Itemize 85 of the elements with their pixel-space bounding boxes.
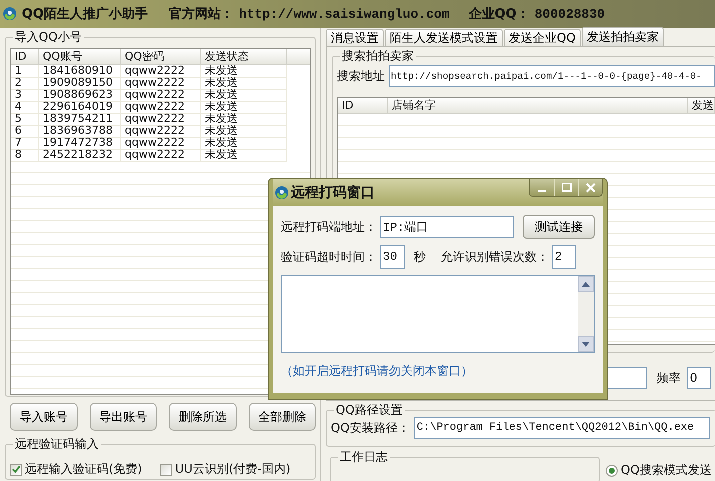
table-cell: qqww2222 bbox=[121, 65, 201, 78]
action-button[interactable]: 导出账号 bbox=[90, 403, 157, 431]
table-cell: 1839754211 bbox=[39, 113, 121, 126]
field-label: QQ安装路径： bbox=[331, 420, 410, 436]
table-cell: 2296164019 bbox=[39, 101, 121, 114]
table-cell: 未发送 bbox=[201, 77, 287, 90]
table-cell: 未发送 bbox=[201, 65, 287, 78]
table-cell: qqww2222 bbox=[121, 101, 201, 114]
field-label: 频率 bbox=[657, 370, 681, 386]
action-button[interactable]: 全部删除 bbox=[248, 403, 316, 431]
qq-label: 企业QQ： bbox=[468, 6, 530, 23]
table-cell: qqww2222 bbox=[121, 125, 201, 138]
globe-logo-icon bbox=[275, 186, 289, 200]
action-button[interactable]: 删除所选 bbox=[169, 403, 236, 431]
maximize-button[interactable] bbox=[554, 179, 578, 196]
maximize-icon bbox=[562, 183, 572, 192]
action-button[interactable]: 导入账号 bbox=[10, 403, 78, 431]
tab[interactable]: 陌生人发送模式设置 bbox=[385, 29, 503, 46]
table-cell: qqww2222 bbox=[121, 113, 201, 126]
globe-logo-icon bbox=[3, 7, 17, 21]
table-cell: qqww2222 bbox=[121, 77, 201, 90]
tab[interactable]: 发送企业QQ bbox=[504, 29, 581, 46]
app-title: QQ陌生人推广小助手 bbox=[22, 6, 148, 23]
group-title: 导入QQ小号 bbox=[15, 30, 82, 44]
column-header[interactable]: QQ账号 bbox=[39, 49, 121, 64]
table-cell: 1909089150 bbox=[39, 77, 121, 90]
qq-number: 800028830 bbox=[534, 6, 606, 22]
table-cell: qqww2222 bbox=[121, 137, 201, 150]
minimize-icon bbox=[538, 190, 546, 192]
column-header[interactable]: ID bbox=[11, 49, 39, 64]
group-title: 远程验证码输入 bbox=[15, 437, 99, 451]
table-cell: 1 bbox=[11, 65, 39, 78]
frequency-field[interactable]: 0 bbox=[687, 367, 711, 389]
column-header[interactable]: QQ密码 bbox=[121, 49, 201, 64]
group-title: QQ路径设置 bbox=[336, 403, 403, 417]
column-header[interactable]: ID bbox=[338, 98, 388, 113]
text-area[interactable] bbox=[281, 275, 595, 353]
table-cell: 未发送 bbox=[201, 125, 287, 138]
field-label: 远程打码端地址： bbox=[281, 218, 377, 236]
table-cell: 6 bbox=[11, 125, 39, 138]
field-label: 允许识别错误次数： bbox=[441, 248, 549, 266]
table-cell: 1841680910 bbox=[39, 65, 121, 78]
minimize-button[interactable] bbox=[530, 179, 554, 196]
column-header[interactable]: 店铺名字 bbox=[388, 98, 688, 113]
column-header[interactable]: 发送 bbox=[688, 98, 715, 113]
table-cell: qqww2222 bbox=[121, 89, 201, 102]
close-icon bbox=[586, 182, 596, 192]
tab[interactable]: 发送拍拍卖家 bbox=[582, 27, 664, 46]
retries-field[interactable]: 2 bbox=[552, 245, 576, 269]
timeout-field[interactable]: 30 bbox=[380, 245, 405, 269]
checkbox[interactable]: 远程输入验证码(免费) bbox=[10, 462, 142, 477]
table-cell: 1908869623 bbox=[39, 89, 121, 102]
group-title: 搜索拍拍卖家 bbox=[342, 49, 414, 63]
table-cell: 未发送 bbox=[201, 101, 287, 114]
table-cell: 未发送 bbox=[201, 113, 287, 126]
input-field[interactable] bbox=[607, 367, 647, 389]
table-cell: 未发送 bbox=[201, 89, 287, 102]
group-title: 工作日志 bbox=[340, 450, 388, 464]
scroll-arrow-button[interactable] bbox=[578, 336, 594, 352]
table-cell: 5 bbox=[11, 113, 39, 126]
dialog-title: 远程打码窗口 bbox=[291, 184, 375, 202]
tab[interactable]: 消息设置 bbox=[326, 29, 384, 46]
table-cell: 未发送 bbox=[201, 137, 287, 150]
field-label: 验证码超时时间： bbox=[281, 248, 377, 266]
table-cell: 2 bbox=[11, 77, 39, 90]
path-field[interactable]: C:\Program Files\Tencent\QQ2012\Bin\QQ.exe bbox=[414, 417, 710, 439]
checkbox[interactable]: UU云识别(付费-国内) bbox=[160, 462, 291, 477]
notice-text: （如开启远程打码请勿关闭本窗口） bbox=[281, 363, 474, 380]
table-cell: 1917472738 bbox=[39, 137, 121, 150]
table-cell: 3 bbox=[11, 89, 39, 102]
table-cell: 1836963788 bbox=[39, 125, 121, 138]
address-field[interactable]: http://shopsearch.paipai.com/1---1--0-0-{page}-40-4-0- bbox=[389, 65, 715, 87]
scroll-arrow-button[interactable] bbox=[578, 276, 594, 292]
field-label: 搜索地址 bbox=[337, 68, 385, 84]
table-cell: 4 bbox=[11, 101, 39, 114]
unit-label: 秒 bbox=[414, 248, 426, 266]
close-button[interactable] bbox=[578, 179, 602, 196]
column-header[interactable]: 发送状态 bbox=[201, 49, 287, 64]
table-cell: 7 bbox=[11, 137, 39, 150]
check-icon bbox=[12, 465, 20, 474]
radio-button[interactable]: QQ搜索模式发送 bbox=[606, 462, 712, 479]
website-text: http://www.saisiwangluo.com bbox=[239, 6, 450, 22]
address-field[interactable]: IP:端口 bbox=[380, 216, 514, 238]
test-connection-button[interactable]: 测试连接 bbox=[523, 215, 595, 239]
website-label: 官方网站： bbox=[169, 6, 234, 23]
